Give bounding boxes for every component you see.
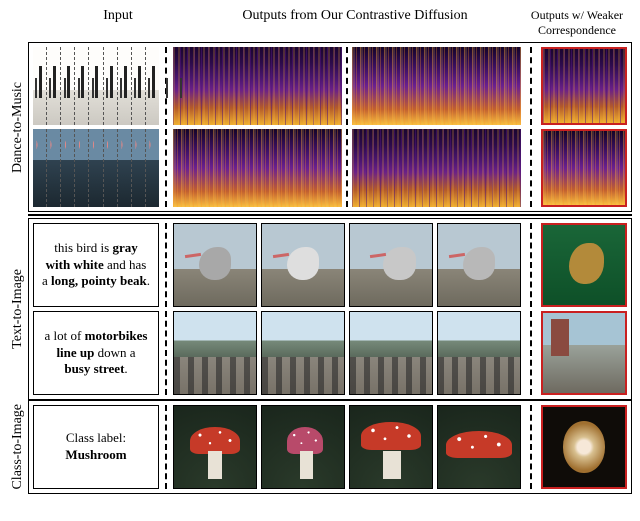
generated-image bbox=[437, 311, 521, 395]
generated-image bbox=[173, 311, 257, 395]
generated-image bbox=[173, 223, 257, 307]
generated-image bbox=[349, 311, 433, 395]
video-frame bbox=[104, 47, 118, 125]
row-label-text: Text-to-Image bbox=[8, 218, 28, 400]
video-frame bbox=[61, 129, 75, 207]
video-frame bbox=[75, 47, 89, 125]
video-frame bbox=[89, 47, 103, 125]
video-frame bbox=[104, 129, 118, 207]
class-label-prompt: Class label: Mushroom bbox=[33, 405, 159, 489]
video-frame bbox=[132, 129, 146, 207]
row-label-class: Class-to-Image bbox=[8, 400, 28, 494]
spectrogram bbox=[173, 129, 342, 207]
video-frame bbox=[47, 129, 61, 207]
generated-image bbox=[261, 223, 345, 307]
generated-image bbox=[437, 223, 521, 307]
section-dance-to-music: Dance-to-Music bbox=[8, 42, 632, 212]
video-frame bbox=[118, 129, 132, 207]
generated-image-weak bbox=[541, 311, 627, 395]
video-frame bbox=[146, 47, 159, 125]
generated-image-weak bbox=[541, 223, 627, 307]
row-label-dance: Dance-to-Music bbox=[8, 42, 28, 212]
video-frame bbox=[61, 47, 75, 125]
video-frame bbox=[118, 47, 132, 125]
generated-image bbox=[349, 405, 433, 489]
video-frame bbox=[75, 129, 89, 207]
header-ours: Outputs from Our Contrastive Diffusion bbox=[188, 8, 522, 38]
video-frame bbox=[33, 47, 47, 125]
header-input: Input bbox=[48, 8, 188, 38]
video-frame bbox=[132, 47, 146, 125]
video-frame bbox=[33, 129, 47, 207]
video-frame bbox=[47, 47, 61, 125]
generated-image bbox=[173, 405, 257, 489]
spectrogram bbox=[352, 129, 521, 207]
video-frame bbox=[89, 129, 103, 207]
figure-teaser: Input Outputs from Our Contrastive Diffu… bbox=[0, 0, 640, 502]
video-frame bbox=[146, 129, 159, 207]
generated-image bbox=[437, 405, 521, 489]
generated-image bbox=[261, 311, 345, 395]
spectrogram bbox=[352, 47, 521, 125]
spectrogram-weak bbox=[541, 129, 627, 207]
section-text-to-image: Text-to-Image this bird is gray with whi… bbox=[8, 218, 632, 400]
column-headers: Input Outputs from Our Contrastive Diffu… bbox=[48, 8, 632, 38]
spectrogram-weak bbox=[541, 47, 627, 125]
generated-image bbox=[261, 405, 345, 489]
spectrogram bbox=[173, 47, 342, 125]
section-class-to-image: Class-to-Image Class label: Mushroom bbox=[8, 400, 632, 494]
dance-input-2 bbox=[33, 129, 159, 207]
dance-input-1 bbox=[33, 47, 159, 125]
generated-image-weak bbox=[541, 405, 627, 489]
generated-image bbox=[349, 223, 433, 307]
text-prompt-motorbikes: a lot of motorbikes line up down a busy … bbox=[33, 311, 159, 395]
text-prompt-bird: this bird is gray with white and has a l… bbox=[33, 223, 159, 307]
header-weak: Outputs w/ Weaker Correspondence bbox=[522, 8, 632, 38]
